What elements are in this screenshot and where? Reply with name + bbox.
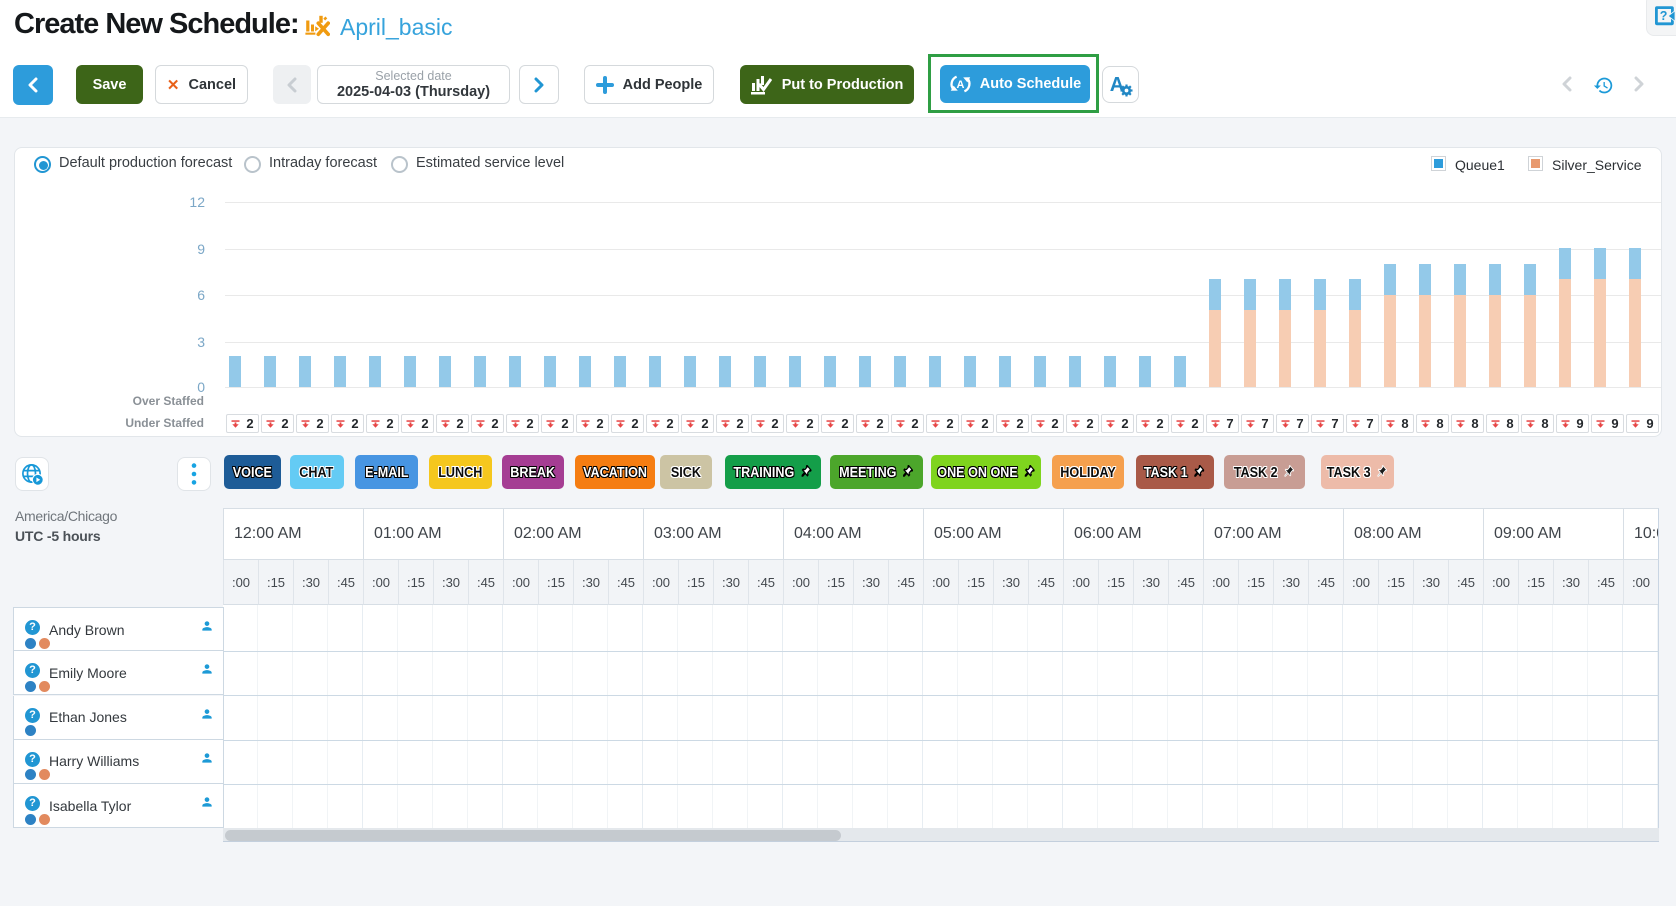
svg-text:A: A xyxy=(956,79,964,91)
svg-text:?: ? xyxy=(1660,9,1668,23)
svg-text:A: A xyxy=(1109,74,1123,96)
